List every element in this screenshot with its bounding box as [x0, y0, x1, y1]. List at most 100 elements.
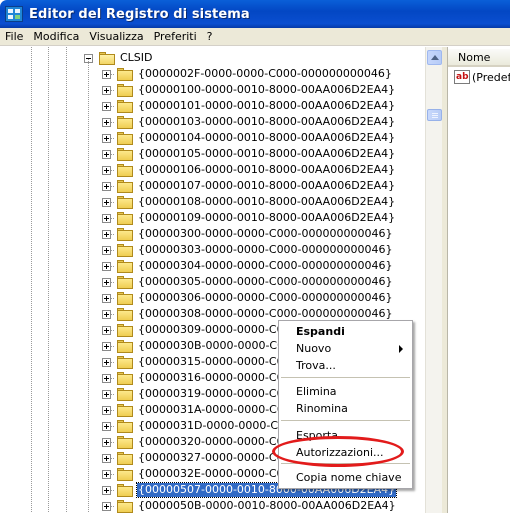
- expand-toggle-icon[interactable]: [102, 197, 111, 207]
- folder-icon: [117, 435, 133, 449]
- expand-toggle-icon[interactable]: [102, 149, 111, 159]
- column-header-name[interactable]: Nome: [448, 49, 510, 67]
- expand-toggle-icon[interactable]: [102, 261, 111, 271]
- expand-toggle-icon[interactable]: [102, 309, 111, 319]
- menu-item-elimina[interactable]: Elimina: [280, 383, 411, 400]
- tree-node[interactable]: {00000101-0000-0010-8000-00AA006D2EA4}: [102, 98, 396, 114]
- values-list[interactable]: Nome ab (Predefi: [447, 47, 510, 513]
- tree-node[interactable]: {0000031A-0000-0000-C000: [102, 402, 299, 418]
- tree-node-label: {00000104-0000-0010-8000-00AA006D2EA4}: [138, 131, 396, 144]
- tree-node-label: {00000316-0000-0000-C000: [138, 371, 298, 384]
- tree-guide-line: [88, 59, 89, 513]
- expand-toggle-icon[interactable]: [102, 213, 111, 223]
- expand-toggle-icon[interactable]: [102, 341, 111, 351]
- menu-item-label: Rinomina: [296, 402, 348, 415]
- folder-icon: [117, 67, 133, 81]
- expand-toggle-icon[interactable]: [102, 421, 111, 431]
- folder-icon: [117, 147, 133, 161]
- expand-toggle-icon[interactable]: [102, 277, 111, 287]
- tree-node-label: {00000315-0000-0000-C000: [138, 355, 298, 368]
- expand-toggle-icon[interactable]: [102, 485, 111, 495]
- folder-icon: [117, 275, 133, 289]
- folder-icon: [117, 371, 133, 385]
- folder-icon: [117, 419, 133, 433]
- tree-node[interactable]: {00000315-0000-0000-C000: [102, 354, 299, 370]
- tree-node[interactable]: {00000104-0000-0010-8000-00AA006D2EA4}: [102, 130, 396, 146]
- expand-toggle-icon[interactable]: [102, 101, 111, 111]
- scrollbar-thumb[interactable]: [427, 109, 442, 121]
- tree-node[interactable]: {00000108-0000-0010-8000-00AA006D2EA4}: [102, 194, 396, 210]
- menu-visualizza[interactable]: Visualizza: [84, 29, 148, 45]
- tree-node-label: {00000106-0000-0010-8000-00AA006D2EA4}: [138, 163, 396, 176]
- expand-toggle-icon[interactable]: [102, 437, 111, 447]
- tree-node[interactable]: {00000303-0000-0000-C000-000000000046}: [102, 242, 394, 258]
- menu-separator: [281, 377, 410, 378]
- expand-toggle-icon[interactable]: [102, 165, 111, 175]
- tree-node[interactable]: {00000103-0000-0010-8000-00AA006D2EA4}: [102, 114, 396, 130]
- tree-node[interactable]: {0000002F-0000-0000-C000-000000000046}: [102, 66, 393, 82]
- menu-help[interactable]: ?: [202, 29, 218, 45]
- tree-node[interactable]: {0000050B-0000-0010-8000-00AA006D2EA4}: [102, 498, 397, 513]
- title-bar[interactable]: Editor del Registro di sistema: [0, 0, 510, 28]
- menu-preferiti[interactable]: Preferiti: [149, 29, 202, 45]
- expand-toggle-icon[interactable]: [102, 181, 111, 191]
- expand-toggle-icon[interactable]: [102, 405, 111, 415]
- tree-node[interactable]: {00000306-0000-0000-C000-000000000046}: [102, 290, 394, 306]
- tree-node[interactable]: {00000319-0000-0000-C000: [102, 386, 299, 402]
- expand-toggle-icon[interactable]: [102, 453, 111, 463]
- tree-guide-line: [48, 47, 49, 513]
- tree-node[interactable]: {0000032E-0000-0000-C000: [102, 466, 299, 482]
- expand-toggle-icon[interactable]: [102, 325, 111, 335]
- tree-node[interactable]: {00000107-0000-0010-8000-00AA006D2EA4}: [102, 178, 396, 194]
- expand-toggle-icon[interactable]: [102, 373, 111, 383]
- tree-node[interactable]: {00000100-0000-0010-8000-00AA006D2EA4}: [102, 82, 396, 98]
- tree-node-label: {00000101-0000-0010-8000-00AA006D2EA4}: [138, 99, 396, 112]
- tree-node[interactable]: {00000305-0000-0000-C000-000000000046}: [102, 274, 394, 290]
- tree-node-label: CLSID: [120, 51, 153, 64]
- list-item[interactable]: ab (Predefi: [454, 69, 510, 85]
- expand-toggle-icon[interactable]: [102, 357, 111, 367]
- expand-toggle-icon[interactable]: [102, 69, 111, 79]
- folder-icon: [117, 355, 133, 369]
- menu-item-nuovo[interactable]: Nuovo: [280, 340, 411, 357]
- tree-vertical-scrollbar[interactable]: [425, 47, 442, 513]
- tree-node[interactable]: {00000327-0000-0000-C000: [102, 450, 299, 466]
- folder-icon: [117, 179, 133, 193]
- menu-item-trova[interactable]: Trova...: [280, 357, 411, 374]
- tree-node[interactable]: {00000316-0000-0000-C000: [102, 370, 299, 386]
- folder-icon: [117, 467, 133, 481]
- expand-toggle-icon[interactable]: [102, 501, 111, 511]
- expand-toggle-icon[interactable]: [102, 293, 111, 303]
- folder-icon: [117, 227, 133, 241]
- chevron-right-icon: [399, 345, 403, 353]
- menu-modifica[interactable]: Modifica: [28, 29, 84, 45]
- tree-node-label: {00000308-0000-0000-C000-000000000046}: [138, 307, 393, 320]
- tree-node[interactable]: {00000109-0000-0010-8000-00AA006D2EA4}: [102, 210, 396, 226]
- expand-toggle-icon[interactable]: [102, 117, 111, 127]
- expand-toggle-icon[interactable]: [102, 389, 111, 399]
- expand-toggle-icon[interactable]: [102, 229, 111, 239]
- tree-node-label: {00000303-0000-0000-C000-000000000046}: [138, 243, 393, 256]
- tree-node-label: {00000103-0000-0010-8000-00AA006D2EA4}: [138, 115, 396, 128]
- tree-node[interactable]: {00000320-0000-0000-C000: [102, 434, 299, 450]
- tree-node[interactable]: {00000304-0000-0000-C000-000000000046}: [102, 258, 394, 274]
- expand-toggle-icon[interactable]: [102, 245, 111, 255]
- menu-item-label: Trova...: [296, 359, 336, 372]
- menu-item-copia-nome-chiave[interactable]: Copia nome chiave: [280, 469, 411, 486]
- expand-toggle-icon[interactable]: [102, 469, 111, 479]
- scroll-up-button[interactable]: [427, 50, 442, 65]
- expand-toggle-icon[interactable]: [102, 133, 111, 143]
- menu-item-rinomina[interactable]: Rinomina: [280, 400, 411, 417]
- menu-file[interactable]: File: [0, 29, 28, 45]
- tree-node[interactable]: {00000309-0000-0000-C000: [102, 322, 299, 338]
- tree-node[interactable]: {0000031D-0000-0000-C000: [102, 418, 300, 434]
- tree-node-clsid[interactable]: CLSID: [84, 50, 154, 66]
- tree-node[interactable]: {00000105-0000-0010-8000-00AA006D2EA4}: [102, 146, 396, 162]
- tree-node[interactable]: {0000030B-0000-0000-C000: [102, 338, 299, 354]
- expand-toggle-icon[interactable]: [102, 85, 111, 95]
- tree-node[interactable]: {00000300-0000-0000-C000-000000000046}: [102, 226, 394, 242]
- tree-node[interactable]: {00000106-0000-0010-8000-00AA006D2EA4}: [102, 162, 396, 178]
- tree-node-label: {0000031A-0000-0000-C000: [138, 403, 298, 416]
- menu-item-espandi[interactable]: Espandi: [280, 323, 411, 340]
- string-value-icon: ab: [454, 70, 470, 84]
